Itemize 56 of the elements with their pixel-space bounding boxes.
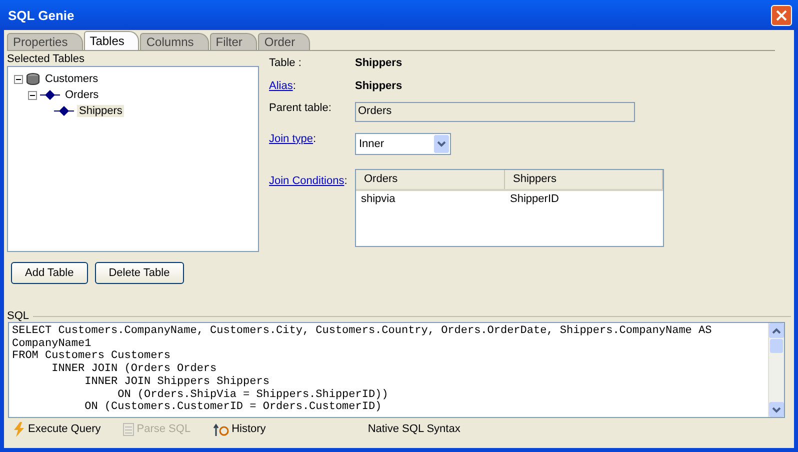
code-line: ON (Customers.CustomerID = Orders.CustomerID) [84,401,383,414]
colon: : [344,175,348,188]
column-header[interactable]: Shippers [505,170,663,190]
chevron-down-icon [772,406,781,412]
diamond-node-icon [40,90,60,100]
table-button[interactable]: Delete Table [94,262,184,284]
tab[interactable]: Filter [210,33,258,50]
code-line: INNER JOIN Shippers Shippers [84,376,270,389]
sql-editor[interactable] [8,322,785,418]
chevron-down-icon [437,140,446,147]
code-line: INNER JOIN (Orders Orders [50,363,218,376]
scroll-thumb[interactable] [770,339,783,353]
code-line: ON (Orders.ShipVia = Shippers.ShipperID)) [116,388,390,401]
history-icon [212,422,229,436]
colon: : [313,132,316,145]
alias-link[interactable]: Alias [269,80,293,92]
scroll-up-button[interactable] [769,323,784,338]
code-line: FROM Customers Customers [12,350,172,363]
collapse-toggle[interactable] [28,90,37,100]
parent-table-field[interactable]: Orders [355,102,635,122]
table-cell-text: ShipperID [509,193,560,206]
join-type-link[interactable]: Join type [269,132,314,145]
chevron-up-icon [772,328,781,334]
diamond-node-icon [54,106,74,116]
window-title: SQL Genie [8,8,74,22]
tab[interactable]: Columns [140,33,209,50]
close-icon [776,10,787,20]
column-header[interactable]: Orders [356,170,506,190]
panel-title: Selected Tables [7,53,84,65]
collapse-toggle[interactable] [14,74,23,84]
status-text: Native SQL Syntax [368,423,460,435]
field-label: Table : [269,57,302,69]
toolbar-button[interactable]: History [212,422,266,436]
table-cell-text: shipvia [360,193,396,206]
lightning-icon [13,422,25,436]
alias-value: Shippers [355,80,404,92]
section-title: SQL [7,310,30,322]
document-icon [122,422,134,436]
toolbar-button[interactable]: Execute Query [13,422,101,436]
tab[interactable]: Properties [7,33,83,50]
code-line: SELECT Customers.CompanyName, Customers.City, Customers.Country, Orders.OrderDate, Shippers.CompanyName AS [12,325,713,338]
tab[interactable]: Order [258,33,310,50]
database-icon [26,73,40,85]
colon: : [292,80,296,92]
tab[interactable]: Tables [84,31,140,50]
join-type-dropdown[interactable]: Inner [355,132,451,155]
field-label: Parent table: [269,102,332,114]
tree-item[interactable]: Customers [43,73,100,85]
scroll-down-button[interactable] [769,402,784,417]
close-button[interactable] [771,4,792,26]
tree-item[interactable]: Orders [63,89,101,101]
tree-item[interactable]: Shippers [77,105,124,117]
table-button[interactable]: Add Table [11,262,88,284]
join-conditions-link[interactable]: Join Conditions [269,175,344,188]
code-line: CompanyName1 [12,338,92,350]
table-name: Shippers [355,57,404,69]
